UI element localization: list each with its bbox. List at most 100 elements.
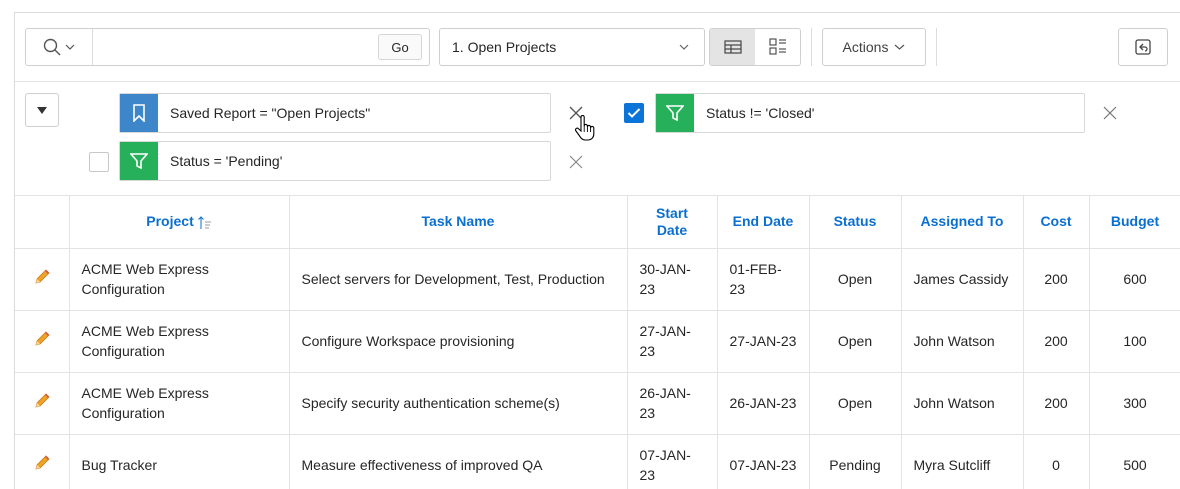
cell-cost: 0 xyxy=(1023,434,1090,489)
cell-cost: 200 xyxy=(1023,248,1090,311)
cell-project: ACME Web Express Configuration xyxy=(69,372,290,435)
edit-pencil-icon xyxy=(35,392,50,408)
report-table-wrap: Project Task Name Start Date End Date St… xyxy=(15,195,1180,489)
funnel-icon xyxy=(666,105,684,122)
cell-assigned-to: Myra Sutcliff xyxy=(901,434,1024,489)
chevron-down-icon xyxy=(65,44,75,50)
check-icon xyxy=(627,108,641,118)
cell-start-date: 30-JAN-23 xyxy=(627,248,718,311)
filter-region: Saved Report = "Open Projects" Status !=… xyxy=(15,81,1180,195)
cell-task-name: Specify security authentication scheme(s… xyxy=(289,372,628,435)
actions-label: Actions xyxy=(842,39,889,55)
table-row: ACME Web Express Configuration Select ser… xyxy=(15,248,1180,311)
edit-pencil-icon xyxy=(35,268,50,284)
saved-report-select[interactable]: 1. Open Projects xyxy=(439,28,705,66)
cell-budget: 500 xyxy=(1089,434,1180,489)
close-icon xyxy=(1103,106,1117,120)
cell-assigned-to: James Cassidy xyxy=(901,248,1024,311)
go-button[interactable]: Go xyxy=(378,34,422,60)
column-header-task-name[interactable]: Task Name xyxy=(289,196,628,249)
cell-start-date: 26-JAN-23 xyxy=(627,372,718,435)
table-row: ACME Web Express Configuration Specify se… xyxy=(15,372,1180,435)
column-header-assigned-to[interactable]: Assigned To xyxy=(901,196,1024,249)
report-toolbar: Go 1. Open Projects Actions xyxy=(15,13,1180,81)
cell-task-name: Configure Workspace provisioning xyxy=(289,310,628,373)
search-icon xyxy=(43,38,61,56)
search-group: Go xyxy=(25,28,430,66)
reset-button[interactable] xyxy=(1118,28,1168,66)
cell-start-date: 07-JAN-23 xyxy=(627,434,718,489)
column-header-budget[interactable]: Budget xyxy=(1089,196,1180,249)
status-pending-filter-chip[interactable]: Status = 'Pending' xyxy=(119,141,551,181)
hand-cursor-icon xyxy=(575,115,595,141)
search-column-menu[interactable] xyxy=(26,29,93,65)
cell-status: Pending xyxy=(809,434,902,489)
edit-pencil-icon xyxy=(35,454,50,470)
filter-badge xyxy=(120,142,158,180)
edit-column-header xyxy=(15,196,70,249)
filter-enable-checkbox[interactable] xyxy=(624,103,644,123)
toolbar-divider xyxy=(811,28,812,66)
cell-budget: 600 xyxy=(1089,248,1180,311)
cell-status: Open xyxy=(809,248,902,311)
column-header-cost[interactable]: Cost xyxy=(1023,196,1090,249)
edit-row-link[interactable] xyxy=(15,248,70,311)
cell-project: Bug Tracker xyxy=(69,434,290,489)
cell-cost: 200 xyxy=(1023,372,1090,435)
cell-end-date: 07-JAN-23 xyxy=(717,434,810,489)
filter-enable-checkbox[interactable] xyxy=(89,152,109,172)
actions-menu-button[interactable]: Actions xyxy=(822,28,926,66)
saved-report-chip[interactable]: Saved Report = "Open Projects" xyxy=(119,93,551,133)
edit-row-link[interactable] xyxy=(15,434,70,489)
close-icon xyxy=(569,155,583,169)
view-switcher xyxy=(709,28,801,66)
reset-icon xyxy=(1135,39,1151,55)
edit-pencil-icon xyxy=(35,330,50,346)
cell-start-date: 27-JAN-23 xyxy=(627,310,718,373)
cell-status: Open xyxy=(809,310,902,373)
cell-budget: 300 xyxy=(1089,372,1180,435)
status-not-closed-filter-chip[interactable]: Status != 'Closed' xyxy=(655,93,1085,133)
cell-project: ACME Web Express Configuration xyxy=(69,310,290,373)
table-row: ACME Web Express Configuration Configure … xyxy=(15,310,1180,373)
column-header-end-date[interactable]: End Date xyxy=(717,196,810,249)
remove-filter-button[interactable] xyxy=(564,150,588,174)
cell-status: Open xyxy=(809,372,902,435)
grid-view-button[interactable] xyxy=(710,29,755,65)
detail-view-button[interactable] xyxy=(755,29,800,65)
cell-assigned-to: John Watson xyxy=(901,372,1024,435)
edit-row-link[interactable] xyxy=(15,310,70,373)
edit-row-link[interactable] xyxy=(15,372,70,435)
toolbar-divider xyxy=(936,28,937,66)
chevron-down-icon xyxy=(895,44,905,50)
cell-end-date: 01-FEB-23 xyxy=(717,248,810,311)
funnel-icon xyxy=(130,153,148,170)
chevron-down-icon xyxy=(679,44,689,50)
column-header-start-date[interactable]: Start Date xyxy=(627,196,718,249)
filter-text: Status != 'Closed' xyxy=(706,105,815,121)
cell-cost: 200 xyxy=(1023,310,1090,373)
column-header-label: Project xyxy=(146,213,194,230)
filter-text: Status = 'Pending' xyxy=(170,153,283,169)
saved-report-label: 1. Open Projects xyxy=(452,39,557,55)
column-header-project[interactable]: Project xyxy=(69,196,290,249)
interactive-report: Go 1. Open Projects Actions Saved Report… xyxy=(14,12,1180,489)
cell-assigned-to: John Watson xyxy=(901,310,1024,373)
filter-text: Saved Report = "Open Projects" xyxy=(170,105,371,121)
sort-ascending-icon xyxy=(197,215,212,230)
report-table: Project Task Name Start Date End Date St… xyxy=(15,196,1180,489)
column-header-status[interactable]: Status xyxy=(809,196,902,249)
cell-project: ACME Web Express Configuration xyxy=(69,248,290,311)
cell-end-date: 27-JAN-23 xyxy=(717,310,810,373)
cell-task-name: Measure effectiveness of improved QA xyxy=(289,434,628,489)
triangle-down-icon xyxy=(37,106,47,114)
table-row: Bug Tracker Measure effectiveness of impr… xyxy=(15,434,1180,489)
cell-budget: 100 xyxy=(1089,310,1180,373)
bookmark-icon xyxy=(133,104,145,122)
collapse-filters-button[interactable] xyxy=(25,93,59,127)
grid-view-icon xyxy=(723,40,742,54)
cell-end-date: 26-JAN-23 xyxy=(717,372,810,435)
filter-badge xyxy=(656,94,694,132)
saved-report-badge xyxy=(120,94,158,132)
remove-filter-button[interactable] xyxy=(1098,101,1122,125)
